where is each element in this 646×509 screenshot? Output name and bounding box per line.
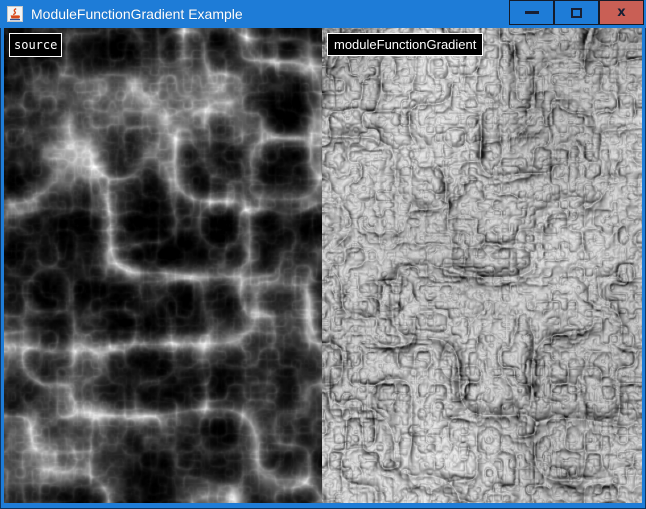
- close-icon: x: [617, 6, 625, 19]
- gradient-image-panel: moduleFunctionGradient: [322, 28, 642, 503]
- maximize-button[interactable]: [554, 0, 599, 25]
- window-bottom-border: [0, 503, 646, 509]
- module-function-gradient-image: [322, 28, 642, 503]
- minimize-icon: [525, 11, 539, 14]
- module-function-gradient-label: moduleFunctionGradient: [327, 33, 483, 56]
- source-image-panel: source: [4, 28, 322, 503]
- content-area: source moduleFunctionGradient: [4, 28, 642, 503]
- app-window: ModuleFunctionGradient Example x source …: [0, 0, 646, 509]
- maximize-icon: [571, 8, 582, 18]
- close-button[interactable]: x: [599, 0, 644, 25]
- minimize-button[interactable]: [509, 0, 554, 25]
- source-label: source: [9, 33, 62, 57]
- source-image: [4, 28, 322, 503]
- window-title: ModuleFunctionGradient Example: [31, 6, 243, 22]
- titlebar[interactable]: ModuleFunctionGradient Example x: [0, 0, 646, 28]
- window-controls: x: [509, 0, 644, 25]
- java-coffee-cup-icon: [7, 6, 23, 22]
